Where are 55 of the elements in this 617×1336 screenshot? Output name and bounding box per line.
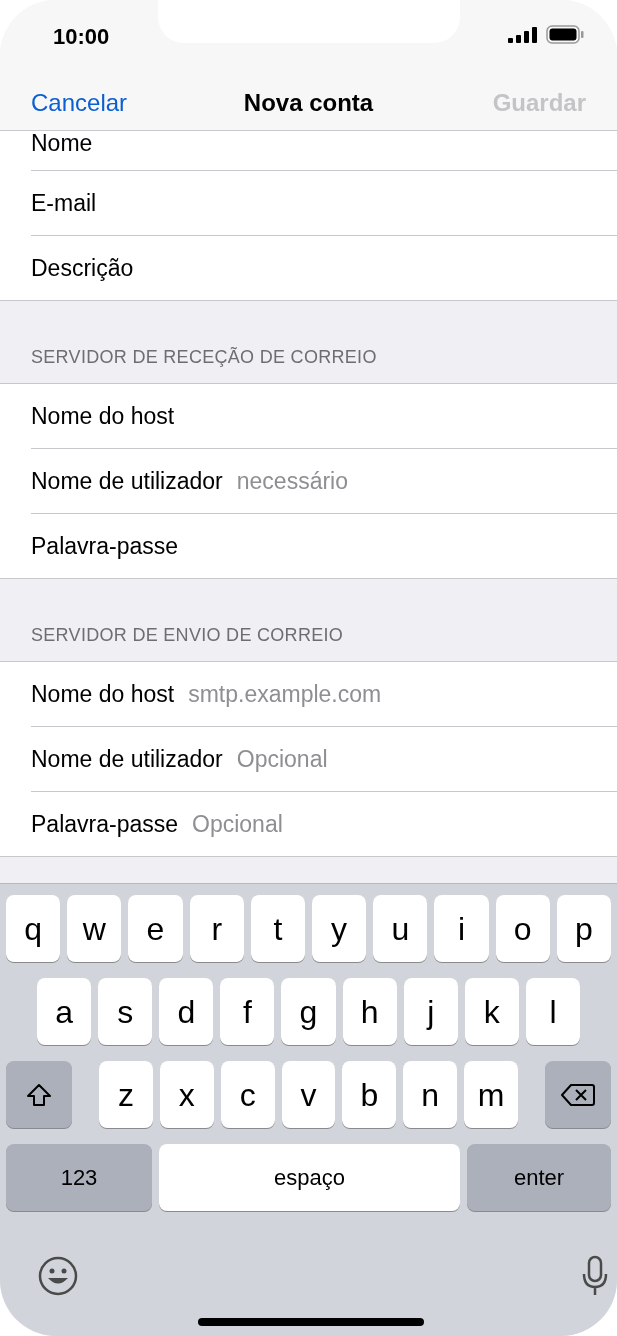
nav-title: Nova conta: [243, 88, 374, 118]
microphone-icon[interactable]: [582, 1255, 608, 1297]
key[interactable]: g: [281, 978, 336, 1045]
backspace-key[interactable]: [545, 1061, 611, 1128]
field-label: Descrição: [31, 253, 134, 283]
return-key[interactable]: enter: [467, 1144, 611, 1211]
key[interactable]: p: [556, 895, 612, 962]
key[interactable]: y: [312, 895, 367, 962]
key[interactable]: b: [342, 1061, 397, 1128]
key[interactable]: j: [403, 978, 458, 1045]
key[interactable]: a: [37, 978, 92, 1045]
key[interactable]: l: [525, 978, 580, 1045]
key[interactable]: e: [128, 895, 183, 962]
field-label: Palavra-passe: [31, 809, 179, 839]
field-label: Nome de utilizador: [31, 466, 223, 496]
key[interactable]: f: [220, 978, 275, 1045]
section-header: SERVIDOR DE RECEÇÃO DE CORREIO: [31, 346, 377, 369]
input-field[interactable]: Opcional: [192, 806, 617, 842]
section-header: SERVIDOR DE ENVIO DE CORREIO: [31, 624, 344, 647]
shift-key[interactable]: [6, 1061, 72, 1128]
field-label: Nome do host: [31, 401, 175, 431]
key[interactable]: h: [342, 978, 397, 1045]
battery-icon: [546, 25, 584, 44]
field-label: Nome do host: [31, 679, 175, 709]
field-label: Nome: [31, 131, 93, 159]
key[interactable]: r: [189, 895, 244, 962]
key[interactable]: z: [99, 1061, 153, 1128]
key[interactable]: n: [403, 1061, 458, 1128]
key[interactable]: d: [159, 978, 214, 1045]
key[interactable]: v: [281, 1061, 336, 1128]
space-key[interactable]: espaço: [159, 1144, 460, 1211]
key[interactable]: k: [464, 978, 519, 1045]
key[interactable]: x: [159, 1061, 214, 1128]
key[interactable]: i: [434, 895, 489, 962]
key[interactable]: s: [98, 978, 153, 1045]
field-label: Nome de utilizador: [31, 744, 223, 774]
status-time: 10:00: [53, 23, 110, 51]
field-label: E-mail: [31, 188, 97, 218]
backspace-icon: [561, 1082, 595, 1107]
key[interactable]: q: [6, 895, 61, 962]
key[interactable]: c: [220, 1061, 275, 1128]
emoji-icon[interactable]: [38, 1256, 78, 1296]
input-field[interactable]: Opcional: [236, 741, 617, 777]
cancel-button[interactable]: Cancelar: [31, 85, 128, 121]
field-label: Palavra-passe: [31, 531, 179, 561]
input-field[interactable]: necessário: [236, 463, 617, 499]
key[interactable]: o: [495, 895, 550, 962]
signal-icon: [508, 27, 537, 43]
key[interactable]: w: [67, 895, 122, 962]
input-field[interactable]: smtp.example.com: [188, 676, 617, 712]
key[interactable]: m: [464, 1061, 518, 1128]
shift-icon: [26, 1082, 52, 1107]
key[interactable]: t: [250, 895, 305, 962]
key[interactable]: u: [373, 895, 428, 962]
numbers-key[interactable]: 123: [6, 1144, 152, 1211]
